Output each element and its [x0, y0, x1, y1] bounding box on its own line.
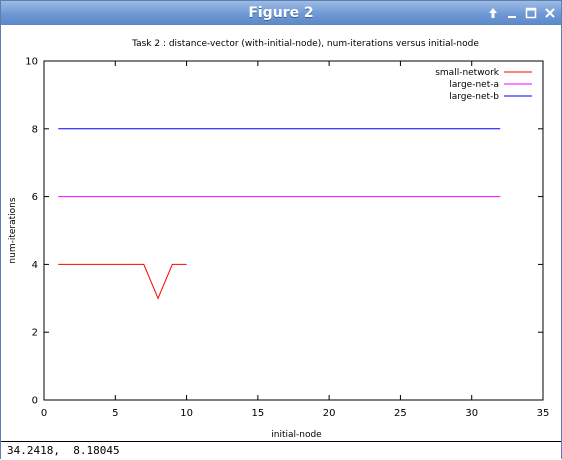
- arrow-up-icon: [489, 8, 497, 18]
- x-tick-label: 0: [41, 408, 47, 419]
- chart-title: Task 2 : distance-vector (with-initial-n…: [131, 39, 479, 49]
- x-axis-label: initial-node: [271, 430, 322, 440]
- close-icon: [545, 8, 555, 18]
- x-tick-label: 25: [394, 408, 407, 419]
- y-axis-label: num-iterations: [8, 197, 18, 263]
- minimize-button[interactable]: [504, 5, 520, 21]
- x-tick-label: 35: [537, 408, 550, 419]
- plot-frame: [43, 60, 544, 401]
- cursor-coordinates: 34.2418, 8.18045: [7, 444, 120, 457]
- y-tick-label: 10: [25, 57, 38, 68]
- window-title: Figure 2: [248, 5, 314, 21]
- legend-label: large-net-a: [449, 80, 499, 90]
- maximize-button[interactable]: [523, 5, 539, 21]
- maximize-icon: [525, 7, 537, 19]
- y-tick-label: 4: [32, 260, 38, 271]
- series-line-small-network: [58, 263, 187, 300]
- minimize-icon: [508, 16, 516, 18]
- legend-label: small-network: [435, 68, 500, 78]
- x-tick-label: 20: [323, 408, 336, 419]
- legend-label: large-net-b: [449, 92, 499, 102]
- x-tick-label: 30: [465, 408, 478, 419]
- pin-button[interactable]: [485, 5, 501, 21]
- y-tick-label: 2: [32, 328, 38, 339]
- y-tick-label: 6: [32, 192, 38, 203]
- y-tick-label: 0: [32, 396, 38, 407]
- close-button[interactable]: [542, 5, 558, 21]
- status-bar: 34.2418, 8.18045: [1, 441, 561, 460]
- x-tick-label: 15: [251, 408, 264, 419]
- chart: Task 2 : distance-vector (with-initial-n…: [8, 39, 550, 440]
- title-bar[interactable]: Figure 2: [1, 1, 561, 26]
- y-tick-label: 8: [32, 124, 38, 135]
- plot-canvas[interactable]: Task 2 : distance-vector (with-initial-n…: [1, 25, 561, 441]
- figure-window: Figure 2 Task 2 : distance-vector (with-…: [0, 0, 562, 460]
- x-tick-label: 10: [180, 408, 193, 419]
- x-tick-label: 5: [112, 408, 118, 419]
